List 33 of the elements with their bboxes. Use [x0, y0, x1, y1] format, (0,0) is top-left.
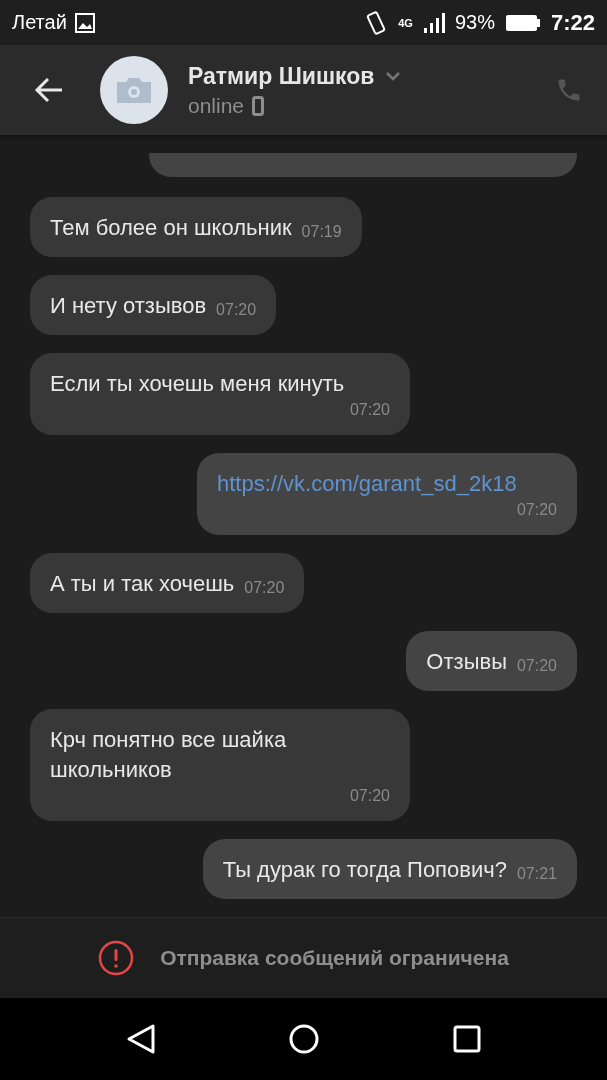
message-time: 07:19 [301, 222, 342, 242]
square-icon [452, 1025, 481, 1053]
back-arrow-icon [34, 77, 64, 103]
message-text: А ты и так хочешь [50, 570, 235, 598]
chevron-down-icon[interactable] [384, 71, 401, 81]
signal-icon [422, 11, 445, 34]
message-text: Крч понятно все шайка школьников [50, 726, 288, 784]
message-text: И нету отзывов [50, 292, 207, 320]
triangle-icon [126, 1023, 157, 1055]
circle-icon [288, 1023, 321, 1055]
contact-name[interactable]: Ратмир Шишков [188, 62, 375, 90]
restriction-notice: Отправка сообщений ограничена [160, 946, 509, 970]
message-time: 07:20 [516, 500, 557, 520]
message-time: 07:20 [349, 786, 390, 806]
network-type: 4G [398, 16, 413, 29]
message-text: Если ты хочешь меня кинуть [50, 370, 345, 398]
alert-icon [98, 940, 135, 976]
carrier-name: Летай [12, 11, 67, 34]
phone-device-icon [252, 95, 265, 116]
image-icon [74, 12, 95, 33]
camera-icon [117, 77, 151, 103]
online-status: online [188, 93, 245, 118]
message-text: Тем более он школьник [50, 214, 292, 242]
battery-percent: 93% [454, 11, 495, 34]
message-time: 07:20 [244, 578, 285, 598]
message-text: Отзывы [426, 648, 507, 676]
message-time: 07:21 [516, 864, 557, 884]
clock: 7:22 [550, 9, 595, 36]
message-text: Ты дурак го тогда Попович? [222, 856, 507, 884]
message-time: 07:20 [516, 656, 557, 676]
battery-icon [504, 13, 541, 32]
message-time: 07:20 [216, 300, 257, 320]
message-time: 07:20 [349, 400, 390, 420]
